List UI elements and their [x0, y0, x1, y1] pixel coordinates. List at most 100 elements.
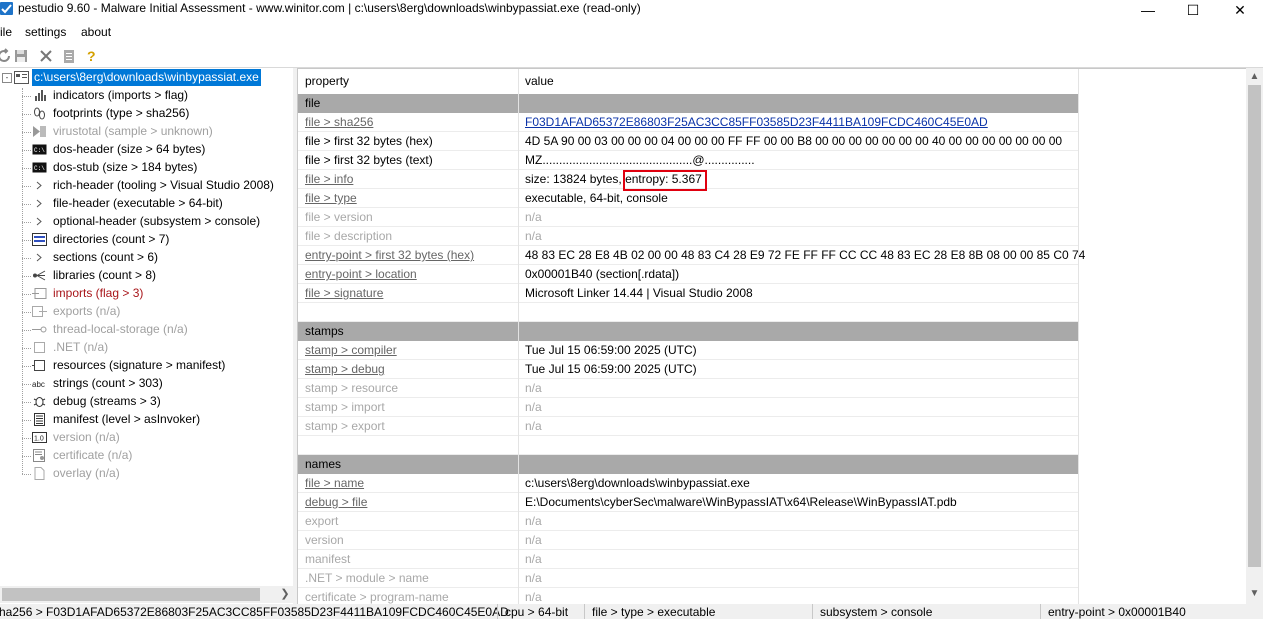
table-row[interactable]: stamp > resource n/a	[298, 379, 1078, 398]
status-subsystem: subsystem > console	[820, 605, 933, 619]
section-header-row[interactable]: stamps	[298, 322, 1078, 341]
svg-text:?: ?	[87, 48, 96, 64]
table-row[interactable]: file > name c:\users\8erg\downloads\winby…	[298, 474, 1078, 493]
help-icon[interactable]: ?	[84, 48, 100, 64]
tree-item[interactable]: resources (signature > manifest)	[0, 357, 293, 375]
table-row[interactable]: export n/a	[298, 512, 1078, 531]
table-row[interactable]: file > description n/a	[298, 227, 1078, 246]
value-cell: n/a	[525, 514, 542, 528]
property-cell[interactable]: file > sha256	[305, 115, 373, 129]
table-row[interactable]: file > first 32 bytes (text) MZ..........…	[298, 151, 1078, 170]
table-row[interactable]: debug > file E:\Documents\cyberSec\malwar…	[298, 493, 1078, 512]
scrollbar-thumb[interactable]	[2, 588, 260, 601]
tree-item[interactable]: C:\ dos-header (size > 64 bytes)	[0, 141, 293, 159]
table-row[interactable]: certificate > program-name n/a	[298, 588, 1078, 605]
tree-item[interactable]: indicators (imports > flag)	[0, 87, 293, 105]
property-cell[interactable]: entry-point > location	[305, 267, 417, 281]
tree-item[interactable]: manifest (level > asInvoker)	[0, 411, 293, 429]
property-cell[interactable]: file > signature	[305, 286, 383, 300]
scroll-right-icon[interactable]: ❯	[277, 586, 293, 603]
tree-item[interactable]: virustotal (sample > unknown)	[0, 123, 293, 141]
column-divider[interactable]	[1078, 69, 1079, 605]
tree-item[interactable]: 1.0 version (n/a)	[0, 429, 293, 447]
value-cell[interactable]: F03D1AFAD65372E86803F25AC3CC85FF03585D23…	[525, 115, 988, 129]
clipboard-icon[interactable]	[61, 48, 77, 64]
table-row[interactable]: .NET > module > name n/a	[298, 569, 1078, 588]
property-cell[interactable]: file > info	[305, 172, 353, 186]
tree-item[interactable]: imports (flag > 3)	[0, 285, 293, 303]
table-row[interactable]: file > first 32 bytes (hex) 4D 5A 90 00 0…	[298, 132, 1078, 151]
directories-icon	[32, 233, 47, 246]
column-header-value[interactable]: value	[525, 74, 554, 88]
value-cell: n/a	[525, 381, 542, 395]
table-row[interactable]: stamp > compiler Tue Jul 15 06:59:00 2025…	[298, 341, 1078, 360]
tree-item[interactable]: sections (count > 6)	[0, 249, 293, 267]
tools-icon[interactable]	[38, 48, 54, 64]
column-divider[interactable]	[518, 69, 519, 605]
maximize-button[interactable]: ☐	[1170, 0, 1216, 20]
property-cell[interactable]: file > name	[305, 476, 364, 490]
property-cell[interactable]: stamp > debug	[305, 362, 385, 376]
table-row[interactable]: file > sha256 F03D1AFAD65372E86803F25AC3C…	[298, 113, 1078, 132]
tree-item[interactable]: thread-local-storage (n/a)	[0, 321, 293, 339]
window-title: pestudio 9.60 - Malware Initial Assessme…	[18, 1, 641, 15]
menu-settings[interactable]: settings	[25, 25, 66, 39]
value-cell: n/a	[525, 590, 542, 604]
table-row[interactable]: entry-point > first 32 bytes (hex) 48 83 …	[298, 246, 1085, 265]
property-cell: stamps	[305, 324, 344, 338]
grid-vertical-scrollbar[interactable]: ▲ ▼	[1246, 68, 1263, 604]
property-cell[interactable]: debug > file	[305, 495, 367, 509]
table-row[interactable]: stamp > import n/a	[298, 398, 1078, 417]
tree-item[interactable]: rich-header (tooling > Visual Studio 200…	[0, 177, 293, 195]
tree-item[interactable]: debug (streams > 3)	[0, 393, 293, 411]
tree-item[interactable]: exports (n/a)	[0, 303, 293, 321]
property-cell[interactable]: stamp > compiler	[305, 343, 397, 357]
table-row[interactable]: stamp > debug Tue Jul 15 06:59:00 2025 (U…	[298, 360, 1078, 379]
table-row[interactable]	[298, 436, 1078, 455]
section-header-row[interactable]: names	[298, 455, 1078, 474]
collapse-icon[interactable]: -	[2, 73, 12, 83]
table-row[interactable]: file > type executable, 64-bit, console	[298, 189, 1078, 208]
table-row[interactable]: version n/a	[298, 531, 1078, 550]
close-button[interactable]: ✕	[1217, 0, 1263, 20]
scrollbar-thumb[interactable]	[1248, 85, 1261, 567]
column-header-property[interactable]: property	[305, 74, 349, 88]
tree-item[interactable]: file-header (executable > 64-bit)	[0, 195, 293, 213]
tree-item[interactable]: abc strings (count > 303)	[0, 375, 293, 393]
tree-item[interactable]: overlay (n/a)	[0, 465, 293, 483]
menu-file[interactable]: ile	[0, 25, 12, 39]
libraries-icon	[32, 269, 47, 282]
menu-about[interactable]: about	[81, 25, 111, 39]
table-row[interactable]	[298, 303, 1078, 322]
tls-icon	[32, 323, 47, 336]
tree-item[interactable]: directories (count > 7)	[0, 231, 293, 249]
tree-item[interactable]: .NET (n/a)	[0, 339, 293, 357]
scroll-down-icon[interactable]: ▼	[1246, 585, 1263, 602]
tree-branch-line	[22, 312, 31, 313]
tree-root[interactable]: - c:\users\8erg\downloads\winbypassiat.e…	[0, 69, 293, 87]
tree-item[interactable]: optional-header (subsystem > console)	[0, 213, 293, 231]
minimize-button[interactable]: —	[1125, 0, 1171, 20]
value-cell: MZ......................................…	[525, 153, 755, 167]
property-cell: stamp > export	[305, 419, 385, 433]
refresh-icon[interactable]	[0, 48, 12, 64]
table-row[interactable]: file > signature Microsoft Linker 14.44 |…	[298, 284, 1078, 303]
tree-item[interactable]: libraries (count > 8)	[0, 267, 293, 285]
tree-item-label: file-header (executable > 64-bit)	[53, 196, 223, 210]
property-cell[interactable]: file > type	[305, 191, 357, 205]
property-cell[interactable]: entry-point > first 32 bytes (hex)	[305, 248, 474, 262]
scroll-up-icon[interactable]: ▲	[1246, 68, 1263, 85]
tree-item[interactable]: C:\ dos-stub (size > 184 bytes)	[0, 159, 293, 177]
table-row[interactable]: file > version n/a	[298, 208, 1078, 227]
tree-item-label: dos-stub (size > 184 bytes)	[53, 160, 198, 174]
property-cell: names	[305, 457, 342, 471]
tree-item-label: directories (count > 7)	[53, 232, 170, 246]
section-header-row[interactable]: file	[298, 94, 1078, 113]
table-row[interactable]: manifest n/a	[298, 550, 1078, 569]
table-row[interactable]: entry-point > location 0x00001B40 (sectio…	[298, 265, 1078, 284]
save-icon[interactable]	[13, 48, 29, 64]
tree-horizontal-scrollbar[interactable]: ❯	[0, 586, 293, 603]
table-row[interactable]: stamp > export n/a	[298, 417, 1078, 436]
tree-item[interactable]: certificate (n/a)	[0, 447, 293, 465]
tree-item[interactable]: footprints (type > sha256)	[0, 105, 293, 123]
